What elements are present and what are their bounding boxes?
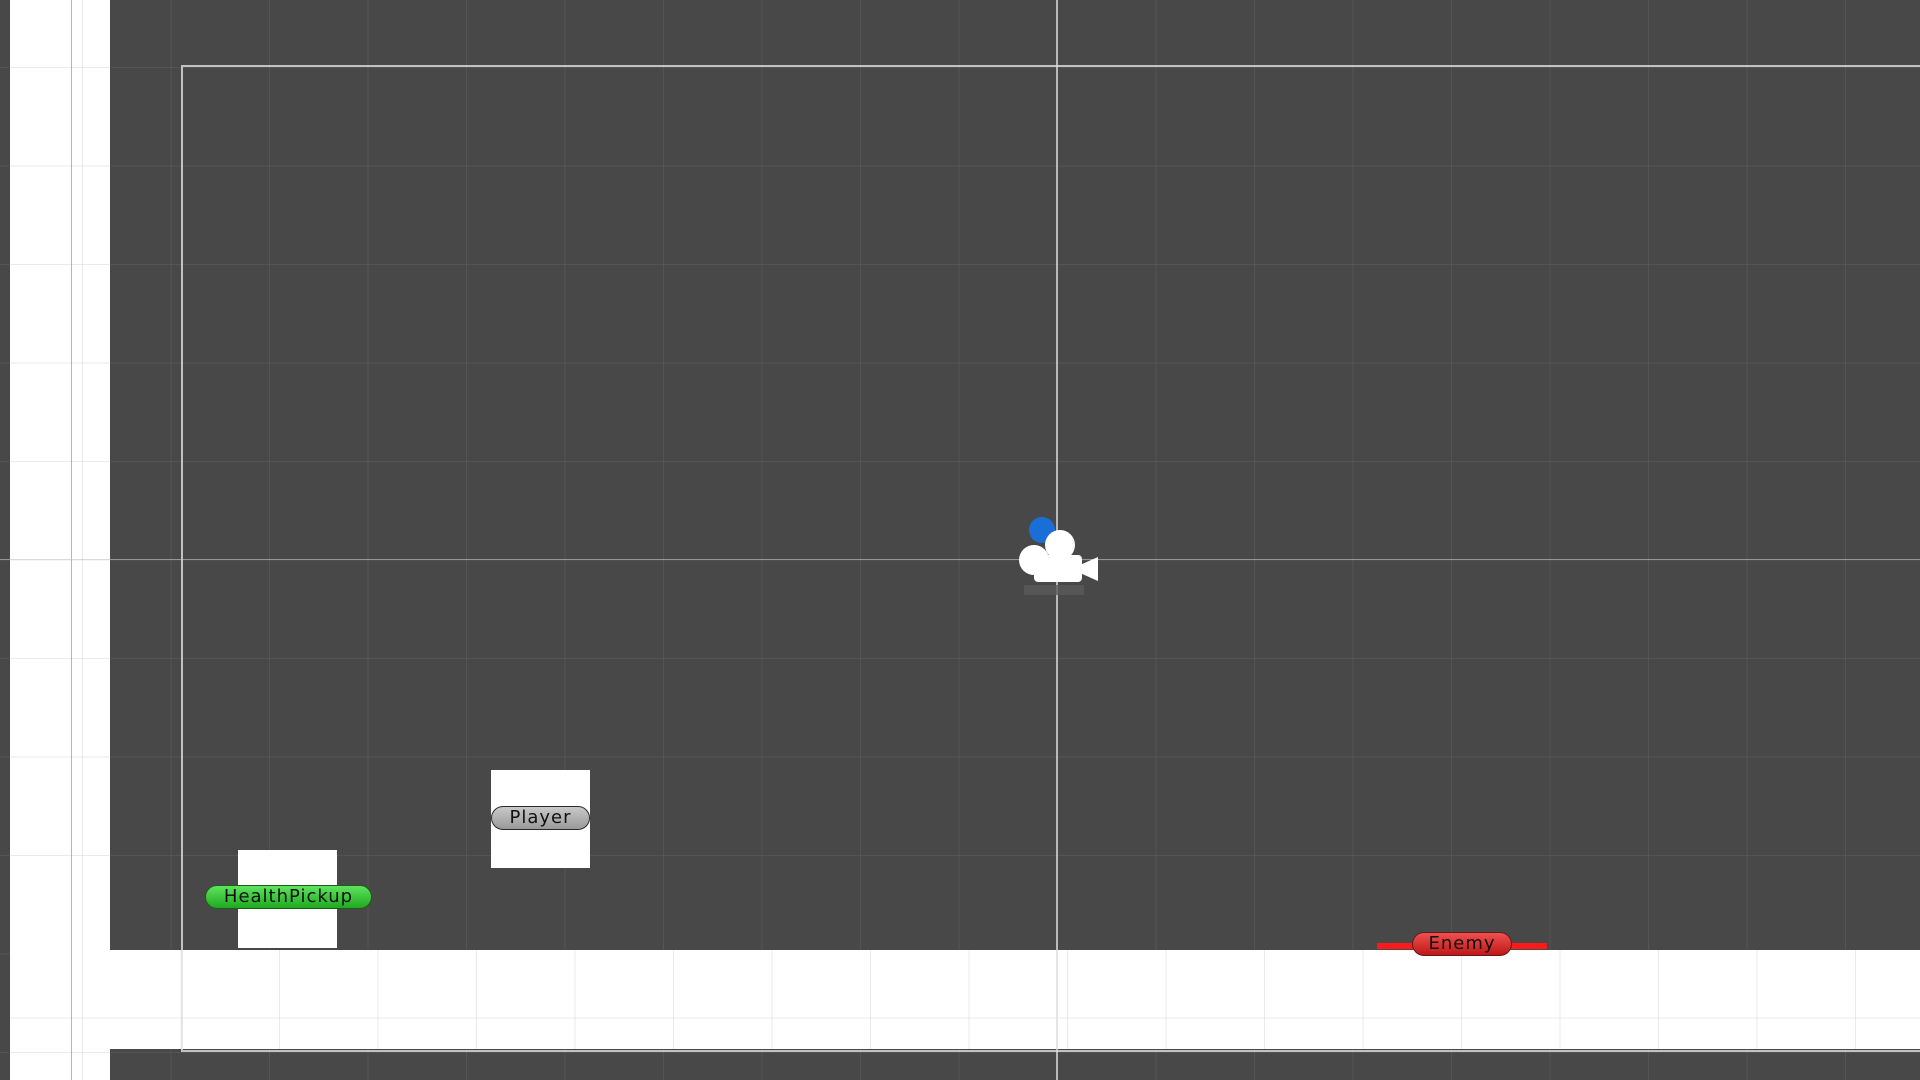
world-x-axis [0,559,1920,560]
scene-view[interactable]: Player HealthPickup Enemy [0,0,1920,1080]
camera-icon[interactable] [1012,515,1102,605]
health-pickup-label[interactable]: HealthPickup [205,885,372,909]
enemy-label[interactable]: Enemy [1412,932,1512,956]
player-label[interactable]: Player [491,806,590,830]
left-guide-line [71,0,72,1080]
left-wall-sprite[interactable] [10,0,110,1080]
